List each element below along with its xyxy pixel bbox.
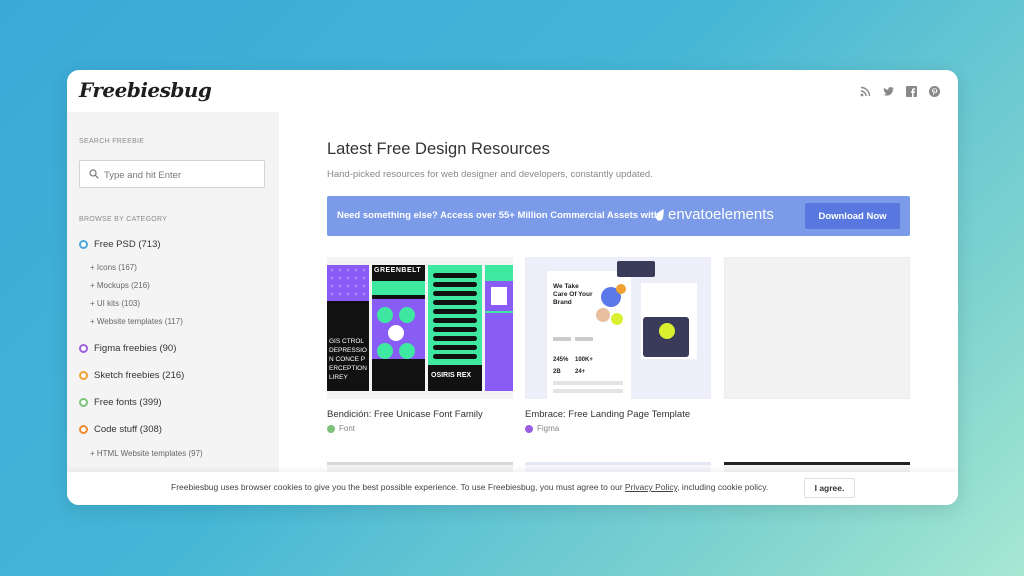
- search-box[interactable]: [79, 160, 265, 188]
- greenbelt-text: GREENBELT: [374, 267, 422, 274]
- tag-dot-icon: [327, 424, 335, 433]
- left-poster-text: GIS CTROL DEPRESSION CONCE PERCEPTION LI…: [329, 338, 367, 381]
- stat-1: 245%: [553, 357, 569, 363]
- card-tag-label: Font: [339, 424, 356, 433]
- card-thumbnail-placeholder: [724, 257, 910, 399]
- browser-window: Freebiesbug SEARCH FREEBIE BROWSE BY CAT…: [67, 70, 958, 505]
- stat-2: 100K+: [575, 357, 593, 363]
- landing-headline: We Take Care Of Your Brand: [553, 283, 593, 306]
- envato-leaf-icon: [655, 208, 664, 221]
- category-label: Figma freebies (90): [94, 343, 177, 354]
- category-dot-icon: [79, 344, 88, 353]
- search-icon: [89, 169, 99, 179]
- page-subtitle: Hand-picked resources for web designer a…: [327, 169, 653, 180]
- banner-text: Need something else? Access over 55+ Mil…: [337, 210, 660, 221]
- cookie-text: Freebiesbug uses browser cookies to give…: [171, 482, 768, 492]
- card-tag[interactable]: Font: [327, 424, 355, 433]
- category-dot-icon: [79, 398, 88, 407]
- facebook-icon[interactable]: [906, 84, 917, 97]
- subcategory-ui-kits[interactable]: + UI kits (103): [90, 299, 140, 308]
- main-content: Latest Free Design Resources Hand-picked…: [279, 112, 958, 505]
- card-tag-label: Figma: [537, 424, 560, 433]
- subcategory-icons[interactable]: + Icons (167): [90, 263, 137, 272]
- card-thumbnail[interactable]: We Take Care Of Your Brand 245% 100K+ 2B…: [525, 257, 711, 399]
- subcategory-html-templates[interactable]: + HTML Website templates (97): [90, 449, 203, 458]
- category-dot-icon: [79, 240, 88, 249]
- sidebar: SEARCH FREEBIE BROWSE BY CATEGORY Free P…: [67, 112, 279, 505]
- browse-section-label: BROWSE BY CATEGORY: [79, 216, 168, 223]
- rss-icon[interactable]: [860, 84, 871, 97]
- envato-banner[interactable]: Need something else? Access over 55+ Mil…: [327, 196, 910, 236]
- category-dot-icon: [79, 371, 88, 380]
- search-input[interactable]: [104, 165, 254, 185]
- category-code[interactable]: Code stuff (308): [79, 424, 162, 435]
- pinterest-icon[interactable]: [929, 84, 940, 97]
- category-free-psd[interactable]: Free PSD (713): [79, 239, 161, 250]
- privacy-policy-link[interactable]: Privacy Policy: [625, 482, 677, 492]
- agree-button[interactable]: I agree.: [804, 478, 855, 498]
- card-title[interactable]: Bendición: Free Unicase Font Family: [327, 409, 483, 420]
- card-title[interactable]: Embrace: Free Landing Page Template: [525, 409, 690, 420]
- envato-brand: envato: [668, 206, 714, 223]
- cookie-message: Freebiesbug uses browser cookies to give…: [171, 482, 623, 492]
- category-figma[interactable]: Figma freebies (90): [79, 343, 176, 354]
- resource-card[interactable]: GREENBELT OSIRIS REX GIS CTROL DEPRESSIO…: [327, 257, 513, 433]
- card-tag[interactable]: Figma: [525, 424, 559, 433]
- stat-4: 24+: [575, 369, 586, 375]
- tag-dot-icon: [525, 424, 533, 433]
- site-logo[interactable]: Freebiesbug: [79, 78, 212, 102]
- page-title: Latest Free Design Resources: [327, 140, 550, 158]
- category-dot-icon: [79, 425, 88, 434]
- cookie-message-end: , including cookie policy.: [677, 482, 769, 492]
- resource-card-placeholder: [724, 257, 910, 399]
- card-thumbnail[interactable]: GREENBELT OSIRIS REX GIS CTROL DEPRESSIO…: [327, 257, 513, 399]
- envato-brand-suffix: elements: [713, 206, 774, 223]
- category-label: Free PSD (713): [94, 239, 161, 250]
- osiris-text: OSIRIS REX: [431, 372, 472, 379]
- download-now-button[interactable]: Download Now: [805, 203, 900, 229]
- category-fonts[interactable]: Free fonts (399): [79, 397, 162, 408]
- twitter-icon[interactable]: [883, 84, 894, 96]
- stat-3: 2B: [553, 369, 561, 375]
- category-label: Free fonts (399): [94, 397, 162, 408]
- category-label: Sketch freebies (216): [94, 370, 185, 381]
- resource-card[interactable]: We Take Care Of Your Brand 245% 100K+ 2B…: [525, 257, 711, 433]
- subcategory-mockups[interactable]: + Mockups (216): [90, 281, 150, 290]
- search-section-label: SEARCH FREEBIE: [79, 138, 145, 145]
- envato-logo: envato elements: [655, 206, 774, 223]
- cookie-banner: Freebiesbug uses browser cookies to give…: [67, 472, 958, 505]
- category-label: Code stuff (308): [94, 424, 162, 435]
- site-header: Freebiesbug: [67, 70, 958, 112]
- landing-preview-image: [547, 261, 697, 399]
- social-links: [860, 84, 940, 97]
- category-sketch[interactable]: Sketch freebies (216): [79, 370, 184, 381]
- subcategory-website-templates[interactable]: + Website templates (117): [90, 317, 183, 326]
